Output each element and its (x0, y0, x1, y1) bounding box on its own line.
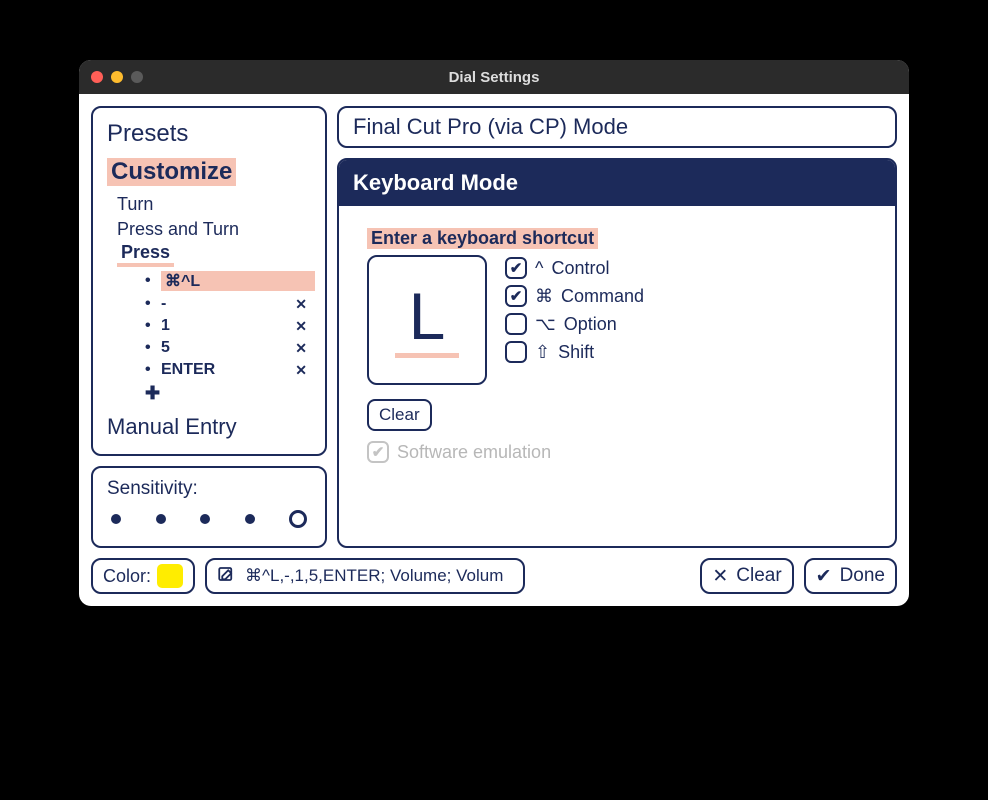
delete-shortcut-icon[interactable]: ✕ (295, 318, 315, 335)
checkbox-checked-icon[interactable]: ✔ (505, 257, 527, 279)
dial-settings-window: Dial Settings Presets Customize Turn Pre… (79, 60, 909, 606)
modifier-option[interactable]: ⌥ Option (505, 313, 644, 335)
clear-shortcut-button[interactable]: Clear (367, 399, 432, 431)
close-icon: ✕ (712, 565, 728, 588)
right-column: Final Cut Pro (via CP) Mode Keyboard Mod… (337, 106, 897, 548)
software-emulation-label: Software emulation (397, 442, 551, 463)
keyboard-mode-panel: Keyboard Mode Enter a keyboard shortcut … (337, 158, 897, 548)
modifier-command[interactable]: ✔ ⌘ Command (505, 285, 644, 307)
delete-shortcut-icon[interactable]: ✕ (295, 296, 315, 313)
modifier-label: Shift (558, 342, 594, 363)
sensitivity-slider[interactable] (107, 510, 311, 528)
footer-row: Color: ⌘^L,-,1,5,ENTER; Volume; Volum ✕ … (91, 558, 897, 594)
sidebar-panel: Presets Customize Turn Press and Turn Pr… (91, 106, 327, 456)
sensitivity-step-1[interactable] (111, 514, 121, 524)
sensitivity-panel: Sensitivity: (91, 466, 327, 548)
modifier-symbol: ⌥ (535, 314, 556, 335)
customize-heading[interactable]: Customize (107, 158, 236, 186)
manual-entry-heading[interactable]: Manual Entry (107, 414, 315, 440)
sensitivity-step-4[interactable] (245, 514, 255, 524)
zoom-window-button[interactable] (131, 71, 143, 83)
bullet-icon: • (145, 339, 161, 357)
sidebar-item-turn[interactable]: Turn (117, 192, 315, 217)
shortcut-row-3[interactable]: • 5 ✕ (145, 337, 315, 359)
footer-spacer (535, 558, 690, 594)
minimize-window-button[interactable] (111, 71, 123, 83)
color-picker[interactable]: Color: (91, 558, 195, 594)
modifier-control[interactable]: ✔ ^ Control (505, 257, 644, 279)
shortcut-label: 5 (161, 339, 295, 357)
add-shortcut-button[interactable]: ✚ (145, 383, 315, 404)
shortcut-label: 1 (161, 317, 295, 335)
sensitivity-step-5-selected[interactable] (289, 510, 307, 528)
summary-field[interactable]: ⌘^L,-,1,5,ENTER; Volume; Volum (205, 558, 525, 594)
press-shortcut-list: • ⌘^L • - ✕ • 1 ✕ • 5 (145, 269, 315, 381)
sidebar-item-press[interactable]: Press (117, 242, 174, 267)
shortcut-row-0[interactable]: • ⌘^L (145, 269, 315, 293)
modifier-label: Option (564, 314, 617, 335)
bullet-icon: • (145, 272, 161, 290)
shortcut-label: ⌘^L (161, 271, 315, 291)
modifier-symbol: ⇧ (535, 342, 550, 363)
bullet-icon: • (145, 295, 161, 313)
delete-shortcut-icon[interactable]: ✕ (295, 362, 315, 379)
titlebar: Dial Settings (79, 60, 909, 94)
bullet-icon: • (145, 317, 161, 335)
delete-shortcut-icon[interactable]: ✕ (295, 340, 315, 357)
mode-title: Final Cut Pro (via CP) Mode (353, 114, 628, 139)
checkbox-unchecked-icon[interactable] (505, 313, 527, 335)
sensitivity-step-2[interactable] (156, 514, 166, 524)
shortcut-label: - (161, 295, 295, 313)
customize-sublist: Turn Press and Turn Press • ⌘^L • - ✕ • (117, 192, 315, 404)
shortcut-key-letter: L (409, 283, 446, 349)
sensitivity-label: Sensitivity: (107, 478, 311, 500)
modifier-label: Control (551, 258, 609, 279)
checkbox-disabled-icon: ✔ (367, 441, 389, 463)
sidebar-item-press-and-turn[interactable]: Press and Turn (117, 217, 315, 242)
modifier-symbol: ⌘ (535, 286, 553, 307)
close-window-button[interactable] (91, 71, 103, 83)
content-area: Presets Customize Turn Press and Turn Pr… (79, 94, 909, 606)
keyboard-prompt: Enter a keyboard shortcut (367, 228, 598, 249)
modifier-list: ✔ ^ Control ✔ ⌘ Command ⌥ (505, 255, 644, 363)
edit-icon[interactable] (217, 565, 235, 588)
footer-clear-label: Clear (736, 565, 781, 587)
shortcut-label: ENTER (161, 361, 295, 379)
shortcut-row-2[interactable]: • 1 ✕ (145, 315, 315, 337)
shortcut-row-4[interactable]: • ENTER ✕ (145, 359, 315, 381)
sensitivity-step-3[interactable] (200, 514, 210, 524)
software-emulation-option: ✔ Software emulation (367, 441, 867, 463)
modifier-label: Command (561, 286, 644, 307)
traffic-lights (91, 71, 143, 83)
keyboard-mode-header: Keyboard Mode (339, 160, 895, 206)
checkbox-checked-icon[interactable]: ✔ (505, 285, 527, 307)
keyboard-mode-body: Enter a keyboard shortcut L ✔ ^ Control (339, 206, 895, 485)
checkbox-unchecked-icon[interactable] (505, 341, 527, 363)
presets-heading[interactable]: Presets (107, 120, 315, 148)
shortcut-row-1[interactable]: • - ✕ (145, 293, 315, 315)
footer-done-button[interactable]: ✔ Done (804, 558, 897, 594)
footer-clear-button[interactable]: ✕ Clear (700, 558, 793, 594)
bullet-icon: • (145, 361, 161, 379)
window-title: Dial Settings (79, 69, 909, 86)
color-label: Color: (103, 566, 151, 587)
modifier-shift[interactable]: ⇧ Shift (505, 341, 644, 363)
check-icon: ✔ (816, 565, 832, 588)
shortcut-key-input[interactable]: L (367, 255, 487, 385)
color-swatch[interactable] (157, 564, 183, 588)
summary-text: ⌘^L,-,1,5,ENTER; Volume; Volum (245, 566, 503, 586)
modifier-symbol: ^ (535, 258, 543, 279)
footer-done-label: Done (840, 565, 885, 587)
shortcut-key-underline (395, 353, 459, 358)
mode-title-box[interactable]: Final Cut Pro (via CP) Mode (337, 106, 897, 148)
